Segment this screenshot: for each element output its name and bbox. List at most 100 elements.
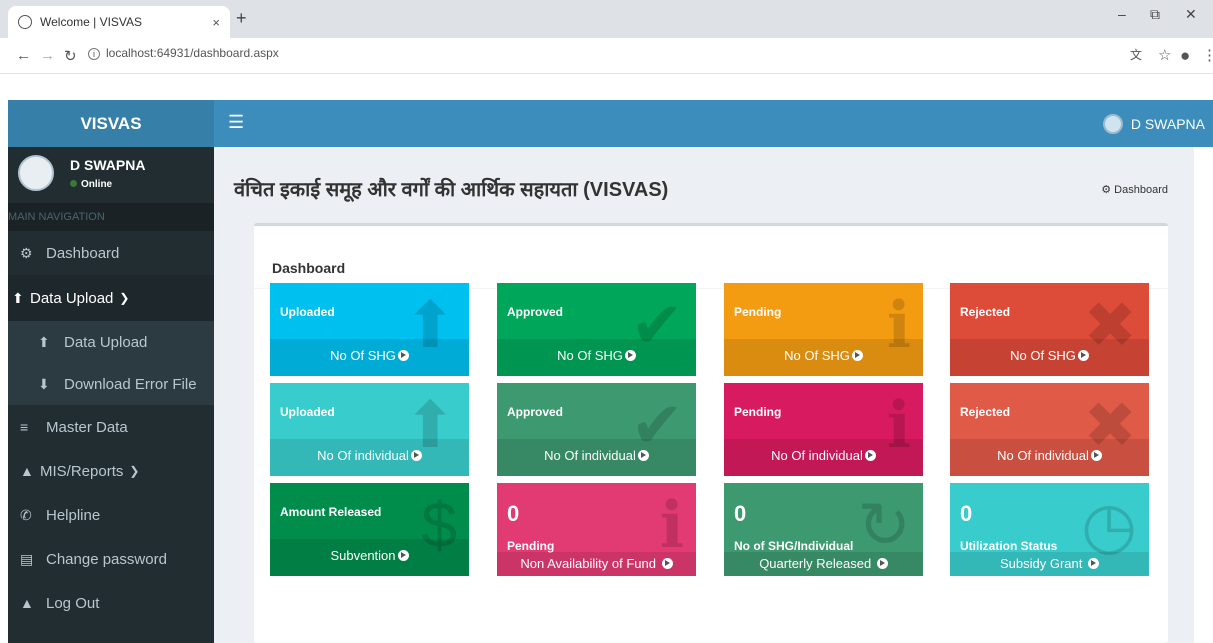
stat-tile[interactable]: ℹ Pending No Of individual [724, 383, 923, 476]
stat-tile[interactable]: ✖ Rejected No Of SHG [950, 283, 1149, 376]
tile-footer-link[interactable]: No Of individual [950, 439, 1149, 476]
id-card-icon: ▤ [20, 550, 34, 567]
sidebar-item-label: MIS/Reports [40, 462, 124, 480]
logo[interactable]: VISVAS [8, 100, 214, 147]
sidebar-item-label: Change password [46, 550, 167, 568]
tile-watermark-icon: ℹ [659, 489, 684, 561]
sidebar-item-master-data[interactable]: ≡ Master Data [8, 405, 214, 449]
sidebar-item-label: Log Out [46, 594, 100, 612]
tile-footer-link[interactable]: Non Availability of Fund [497, 552, 696, 576]
sidebar-item-label: Dashboard [46, 244, 120, 262]
user-name-top: D SWAPNA [1130, 116, 1205, 132]
status-dot-icon [70, 180, 77, 187]
new-tab-button[interactable]: + [236, 8, 247, 29]
stat-tile[interactable]: ✖ Rejected No Of individual [950, 383, 1149, 476]
stat-tile[interactable]: $ Amount Released Subvention [270, 483, 469, 576]
tile-footer-label: No Of individual [997, 448, 1089, 463]
tile-footer-link[interactable]: No Of SHG [724, 339, 923, 376]
tile-footer-link[interactable]: No Of individual [270, 439, 469, 476]
sidebar-item-change-password[interactable]: ▤ Change password [8, 537, 214, 581]
top-navbar: ☰ D SWAPNA [214, 100, 1213, 147]
profile-icon[interactable]: ● [1180, 46, 1190, 66]
stat-tile[interactable]: ℹ 0 Pending Non Availability of Fund [497, 483, 696, 576]
forward-icon[interactable]: → [40, 47, 55, 64]
tile-footer-label: No Of SHG [784, 348, 850, 363]
user-menu[interactable]: D SWAPNA [1102, 114, 1205, 134]
sidebar-subitem-data-upload[interactable]: ⬆ Data Upload [8, 321, 214, 363]
stat-tile[interactable]: ⬆ Uploaded No Of SHG [270, 283, 469, 376]
hamburger-icon[interactable]: ☰ [228, 112, 244, 133]
sidebar: D SWAPNA Online MAIN NAVIGATION ⚙ Dashbo… [8, 147, 214, 643]
minimize-icon[interactable]: – [1118, 6, 1126, 22]
content-area: वंचित इकाई समूह और वर्गों की आर्थिक सहाय… [214, 147, 1194, 643]
arrow-circle-right-icon [397, 550, 409, 561]
address-bar: ← → ↻ i localhost:64931/dashboard.aspx 文 … [0, 38, 1213, 74]
tile-footer-link[interactable]: Subsidy Grant [950, 552, 1149, 576]
tile-label: Pending [734, 305, 782, 319]
sidebar-item-data-upload[interactable]: ⬆ Data Upload ❯ [8, 275, 214, 321]
tile-label: Uploaded [280, 305, 335, 319]
tile-footer-label: No Of SHG [557, 348, 623, 363]
tile-label: Rejected [960, 405, 1011, 419]
translate-icon[interactable]: 文 [1130, 46, 1142, 63]
tile-footer-link[interactable]: No Of individual [497, 439, 696, 476]
arrow-circle-right-icon [637, 450, 649, 461]
tab-close-icon[interactable]: × [212, 15, 220, 30]
sidebar-item-logout[interactable]: ▲ Log Out [8, 581, 214, 625]
database-icon: ≡ [20, 419, 29, 435]
browser-tab[interactable]: Welcome | VISVAS × [8, 6, 230, 38]
tile-label: Pending [507, 539, 555, 553]
tile-label: Amount Released [280, 505, 382, 519]
tile-footer-link[interactable]: No Of individual [724, 439, 923, 476]
chart-icon: ▲ [20, 463, 34, 479]
arrow-circle-right-icon [1088, 558, 1099, 569]
reload-icon[interactable]: ↻ [64, 47, 77, 65]
info-icon[interactable]: i [88, 48, 100, 60]
tile-label: No of SHG/Individual [734, 539, 854, 553]
sidebar-subitem-download-error[interactable]: ⬇ Download Error File [8, 363, 214, 405]
tile-watermark-icon: ↻ [857, 489, 911, 561]
tile-watermark-icon: ◷ [1081, 489, 1137, 561]
tile-footer-label: No Of individual [544, 448, 636, 463]
tile-footer-link[interactable]: Subvention [270, 539, 469, 576]
tile-value: 0 [734, 501, 747, 526]
tile-footer-link[interactable]: No Of SHG [270, 339, 469, 376]
stat-tile[interactable]: ⬆ Uploaded No Of individual [270, 383, 469, 476]
arrow-circle-right-icon [661, 558, 673, 569]
sidebar-item-dashboard[interactable]: ⚙ Dashboard [8, 231, 214, 275]
menu-dots-icon[interactable]: ⋮ [1202, 46, 1213, 64]
restore-icon[interactable]: ⧉ [1150, 6, 1160, 23]
user-panel: D SWAPNA Online [8, 147, 214, 203]
tile-footer-link[interactable]: No Of SHG [497, 339, 696, 376]
arrow-circle-right-icon [410, 450, 422, 461]
app: VISVAS ☰ D SWAPNA D SWAPNA Online MAIN N… [8, 100, 1213, 643]
url-text: localhost:64931/dashboard.aspx [106, 46, 279, 60]
tile-label: Approved [507, 405, 564, 419]
arrow-circle-right-icon [876, 558, 888, 569]
lock-icon: ▲ [20, 595, 34, 611]
upload-icon: ⬆ [12, 289, 24, 306]
stat-tile[interactable]: ℹ Pending No Of SHG [724, 283, 923, 376]
arrow-circle-right-icon [864, 450, 876, 461]
box-title: Dashboard [272, 260, 346, 276]
avatar [18, 155, 54, 191]
tile-footer-link[interactable]: No Of SHG [950, 339, 1149, 376]
star-icon[interactable]: ☆ [1158, 46, 1171, 64]
breadcrumb[interactable]: ⚙ Dashboard [1101, 183, 1168, 196]
window-close-icon[interactable]: ✕ [1185, 6, 1197, 23]
stat-tile[interactable]: ↻ 0 No of SHG/Individual Quarterly Released [724, 483, 923, 576]
sidebar-item-mis-reports[interactable]: ▲ MIS/Reports ❯ [8, 449, 214, 493]
stat-tile[interactable]: ✔ Approved No Of individual [497, 383, 696, 476]
url-field[interactable]: i localhost:64931/dashboard.aspx [88, 46, 279, 60]
chevron-down-icon: ❯ [119, 291, 130, 305]
stat-tile[interactable]: ◷ 0 Utilization Status Subsidy Grant [950, 483, 1149, 576]
arrow-circle-right-icon [1077, 350, 1089, 361]
arrow-circle-right-icon [624, 350, 636, 361]
back-icon[interactable]: ← [16, 47, 31, 64]
tile-footer-link[interactable]: Quarterly Released [724, 552, 923, 576]
arrow-circle-right-icon [1090, 450, 1102, 461]
tile-label: Approved [507, 305, 564, 319]
sidebar-item-helpline[interactable]: ✆ Helpline [8, 493, 214, 537]
stat-tile[interactable]: ✔ Approved No Of SHG [497, 283, 696, 376]
tile-footer-label: Non Availability of Fund [520, 556, 656, 571]
